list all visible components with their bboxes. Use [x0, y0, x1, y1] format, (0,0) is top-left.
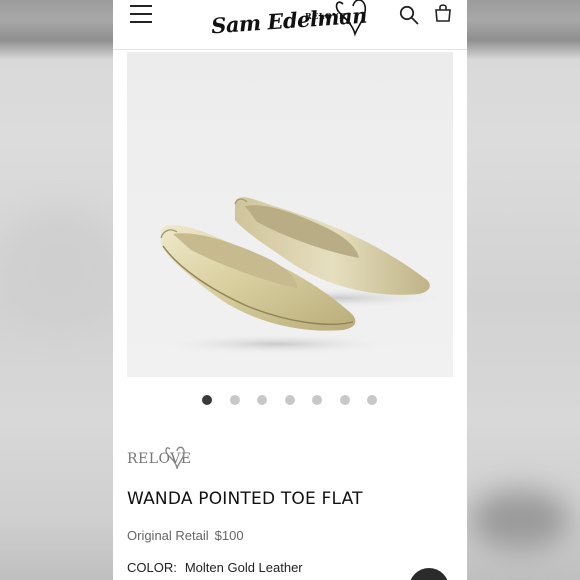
chat-button[interactable]: [409, 568, 449, 580]
image-carousel-dots: [202, 395, 377, 405]
carousel-dot[interactable]: [339, 395, 350, 405]
gold-flats-illustration: [160, 197, 447, 354]
carousel-dot[interactable]: [202, 395, 212, 405]
product-image[interactable]: [127, 52, 453, 377]
background-blur-shape: [470, 490, 570, 550]
carousel-dot[interactable]: [257, 395, 267, 405]
carousel-dot[interactable]: [312, 395, 322, 405]
top-navigation-bar: Sam Edelman RELOVE: [113, 0, 467, 50]
color-value: Molten Gold Leather: [184, 560, 303, 575]
heart-icon: [335, 0, 367, 37]
original-retail-label: Original Retail: [127, 528, 209, 543]
mobile-page: Sam Edelman RELOVE RELOVE WANDA POINTED …: [113, 0, 467, 580]
background-blur-shape: [0, 210, 120, 330]
carousel-dot[interactable]: [284, 395, 295, 405]
color-info: COLOR: Molten Gold Leather: [127, 560, 303, 575]
brand-logo[interactable]: Sam Edelman RELOVE: [209, 0, 369, 44]
heart-icon: [165, 446, 185, 469]
relove-badge: RELOVE: [127, 445, 207, 471]
carousel-dot[interactable]: [229, 395, 240, 405]
original-retail-price: $100: [214, 528, 244, 543]
shopping-bag-icon[interactable]: [434, 3, 452, 23]
carousel-dot[interactable]: [367, 395, 377, 405]
color-label: COLOR:: [127, 560, 177, 575]
original-retail: Original Retail $100: [127, 528, 244, 543]
product-title: WANDA POINTED TOE FLAT: [127, 489, 363, 509]
hamburger-icon[interactable]: [130, 5, 152, 23]
search-icon[interactable]: [399, 5, 419, 25]
